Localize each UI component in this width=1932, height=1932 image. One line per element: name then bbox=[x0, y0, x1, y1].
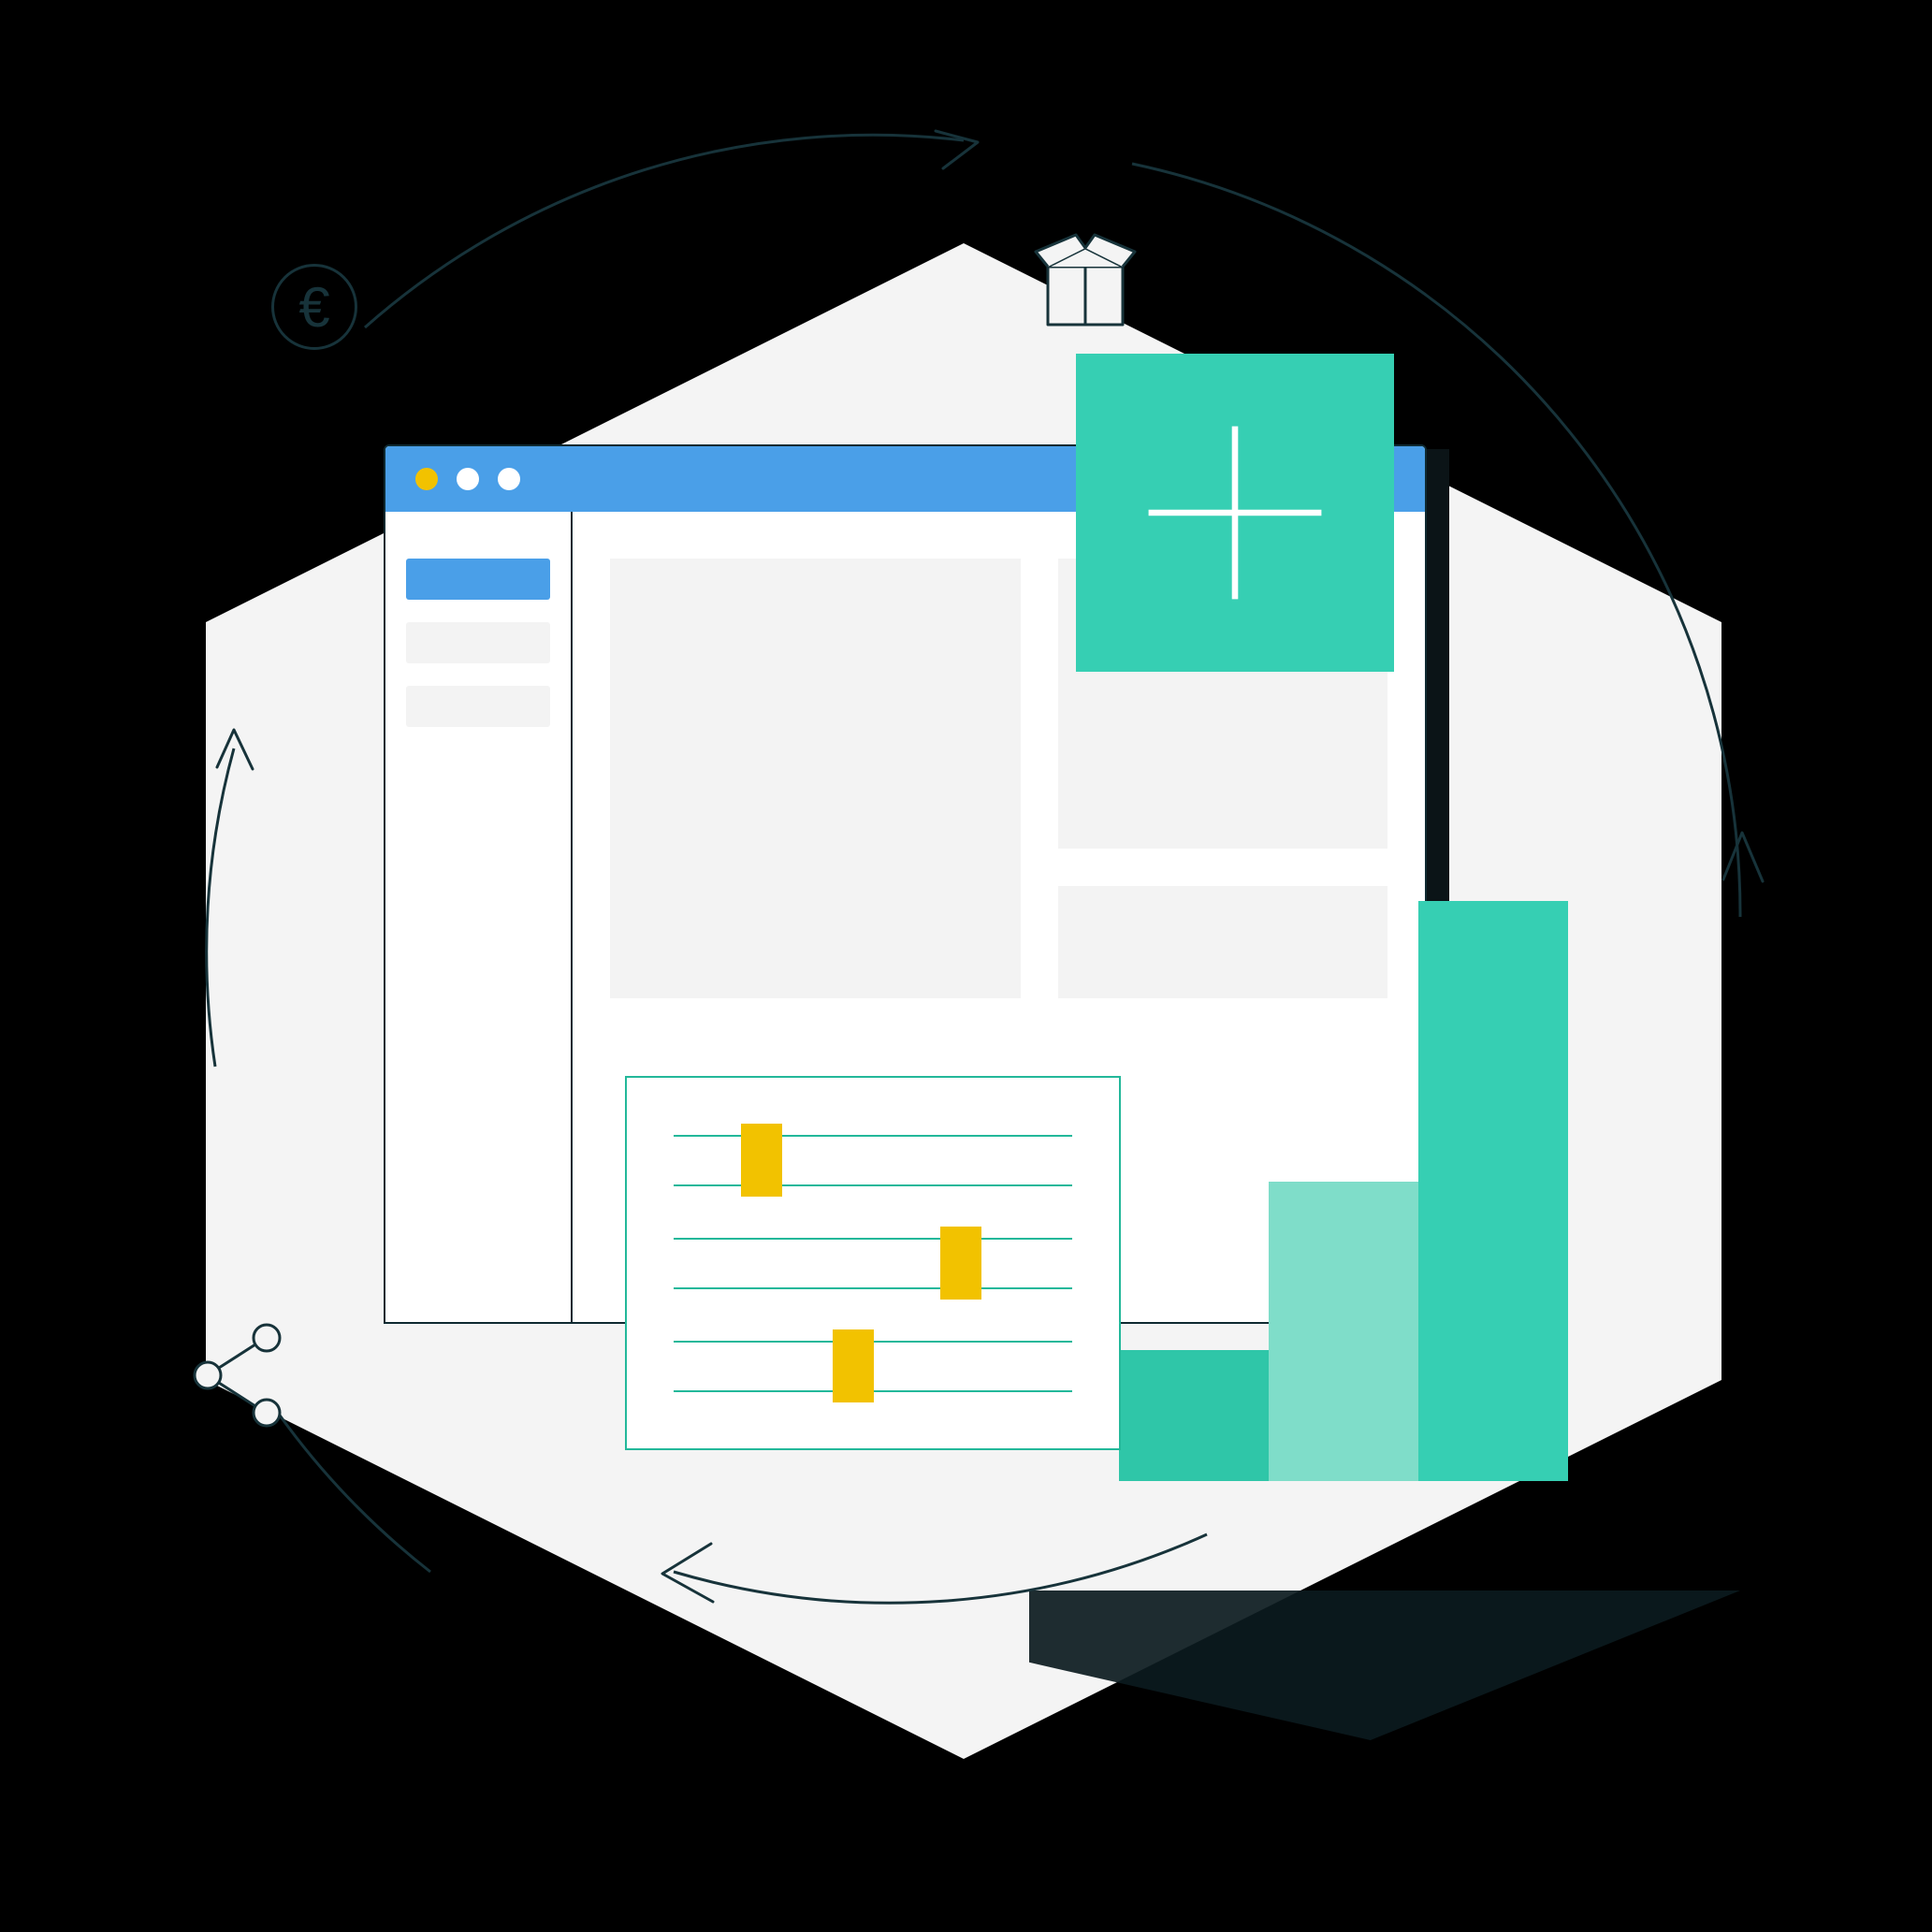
bar-chart bbox=[1119, 901, 1568, 1481]
slider-3[interactable] bbox=[674, 1341, 1072, 1392]
box-icon bbox=[1034, 229, 1137, 332]
add-tile[interactable] bbox=[1076, 354, 1394, 672]
slider-2-thumb[interactable] bbox=[940, 1227, 981, 1300]
share-icon bbox=[187, 1319, 290, 1431]
sliders-card bbox=[625, 1076, 1121, 1450]
euro-icon: € bbox=[271, 264, 357, 350]
sidebar-item-3[interactable] bbox=[406, 686, 550, 727]
chart-bar-2 bbox=[1269, 1182, 1418, 1481]
slider-3-thumb[interactable] bbox=[833, 1329, 874, 1402]
sidebar-item-1[interactable] bbox=[406, 559, 550, 600]
chart-bar-1 bbox=[1119, 1350, 1269, 1481]
chart-bar-3 bbox=[1418, 901, 1568, 1481]
window-control-close[interactable] bbox=[498, 468, 520, 490]
main-panel bbox=[610, 559, 1021, 998]
sidebar-item-2[interactable] bbox=[406, 622, 550, 663]
window-control-minimize[interactable] bbox=[415, 468, 438, 490]
slider-1-thumb[interactable] bbox=[741, 1124, 782, 1197]
slider-1[interactable] bbox=[674, 1135, 1072, 1186]
plus-icon bbox=[1132, 410, 1338, 616]
euro-glyph: € bbox=[298, 275, 329, 340]
window-control-maximize[interactable] bbox=[457, 468, 479, 490]
slider-2[interactable] bbox=[674, 1238, 1072, 1289]
sidebar bbox=[385, 512, 573, 1322]
